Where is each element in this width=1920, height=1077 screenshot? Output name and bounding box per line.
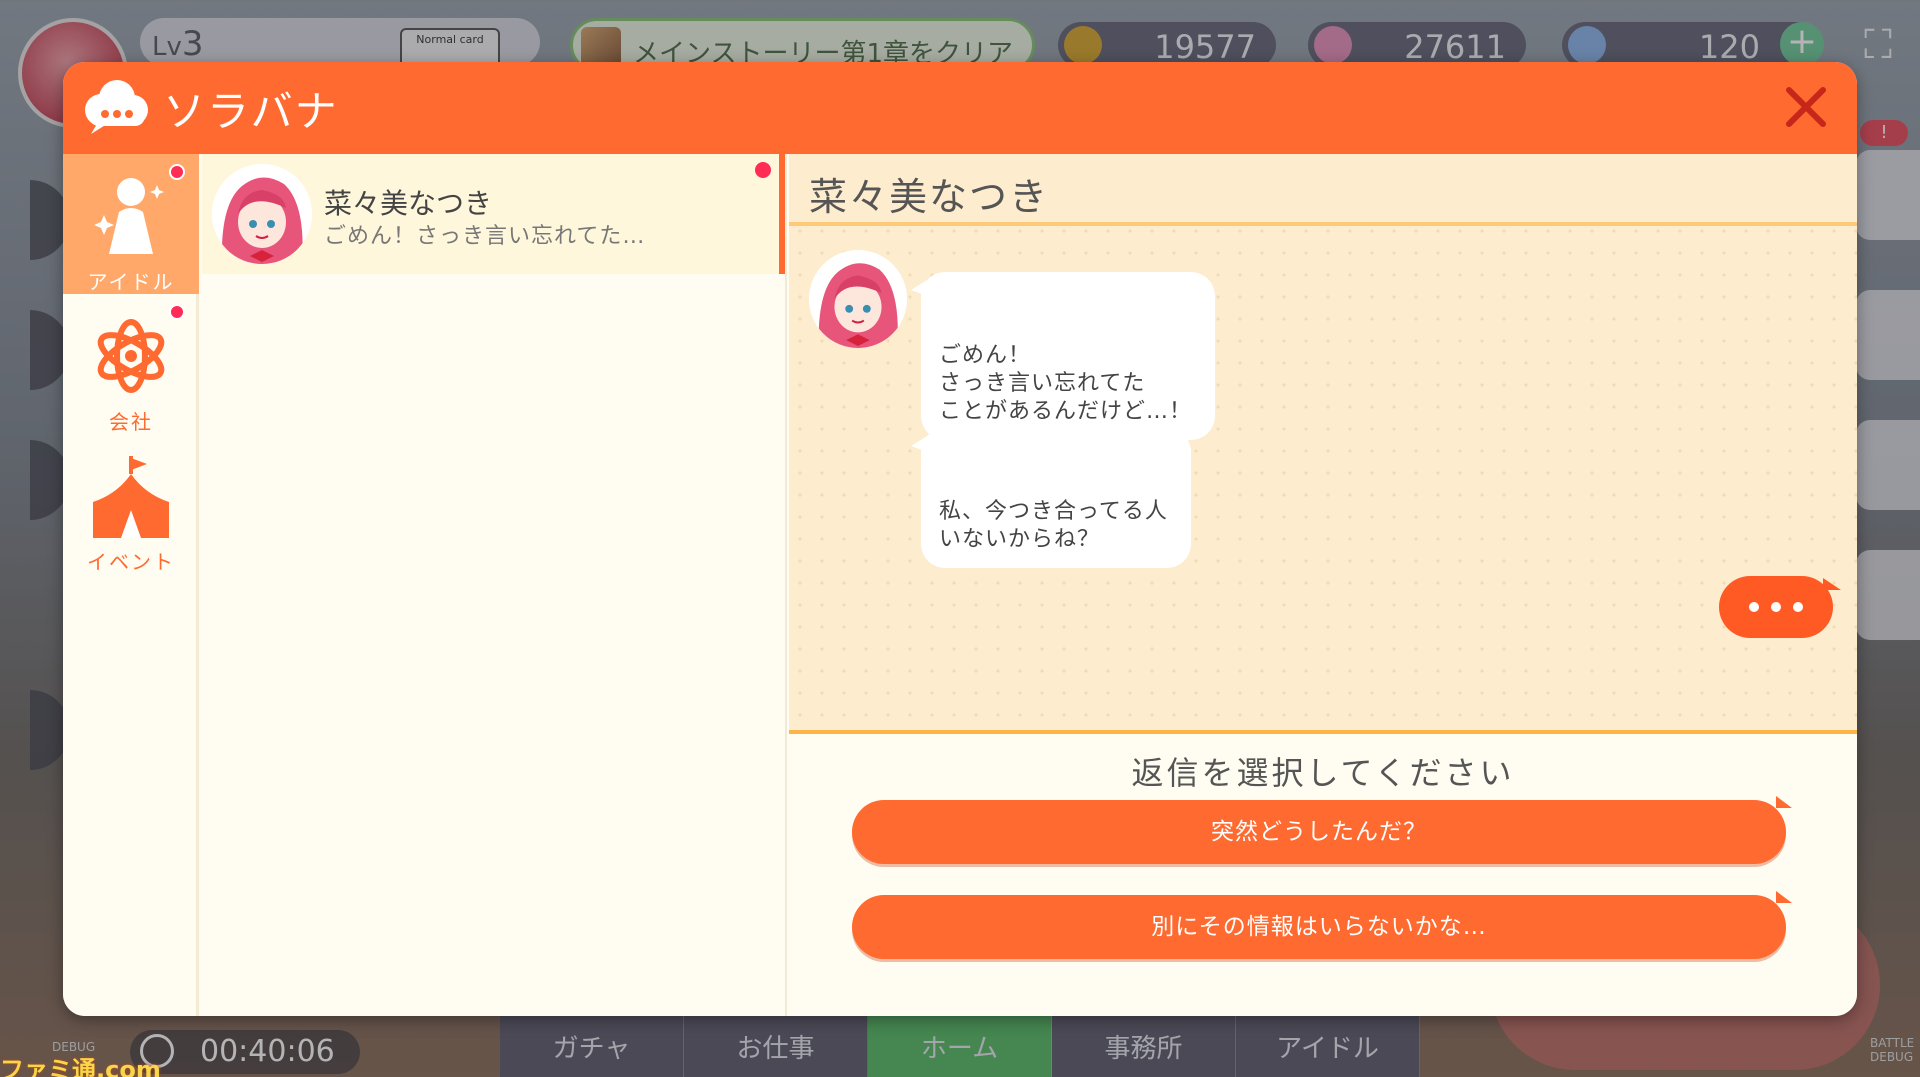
reply-prompt: 返信を選択してください [1131,754,1515,792]
chat-partner-name: 菜々美なつき [809,175,1050,219]
category-rail: アイドル 会社 イベント ? [63,154,199,1016]
chat-header: 菜々美なつき [789,154,1857,226]
chat-cloud-icon [85,80,148,134]
soravana-modal: ソラバナ アイドル 会社 イベント 菜々美なつき ごめん！さっき言い忘れてた… … [63,62,1857,1016]
unread-dot [755,162,771,178]
reply-option-button[interactable]: 突然どうしたんだ？ [852,796,1792,864]
message-bubble: ごめん！ さっき言い忘れてた ことがあるんだけど…！ [911,272,1215,440]
chat-panel: 菜々美なつき ごめん！ さっき言い忘れてた ことがあるんだけど…！ 私、今つき合… [789,154,1857,730]
modal-title: ソラバナ [163,87,339,136]
conversation-name: 菜々美なつき [324,187,493,220]
modal-header: ソラバナ [63,62,1857,154]
character-avatar [809,250,907,348]
watermark: ファミ通.com [0,1056,161,1077]
reply-panel: 返信を選択してください 突然どうしたんだ？ 別にその情報はいらないかな… [789,730,1857,1016]
unread-dot [169,164,185,180]
rail-item-event[interactable]: イベント [63,434,199,574]
character-avatar [212,164,312,264]
conversation-preview: ごめん！さっき言い忘れてた… [324,224,646,249]
idol-icon [94,178,164,254]
conversation-item[interactable]: 菜々美なつき ごめん！さっき言い忘れてた… [202,154,785,274]
rail-item-company[interactable]: 会社 [63,294,199,434]
rail-item-idol[interactable]: アイドル [63,154,199,294]
event-tent-icon [93,456,169,538]
close-icon[interactable] [1775,76,1837,138]
reply-option-button[interactable]: 別にその情報はいらないかな… [852,891,1792,959]
message-bubble: 私、今つき合ってる人 いないからね？ [911,428,1191,568]
typing-indicator [1719,576,1841,638]
conversation-list: 菜々美なつき ごめん！さっき言い忘れてた… [202,154,787,1016]
company-icon [97,319,165,393]
